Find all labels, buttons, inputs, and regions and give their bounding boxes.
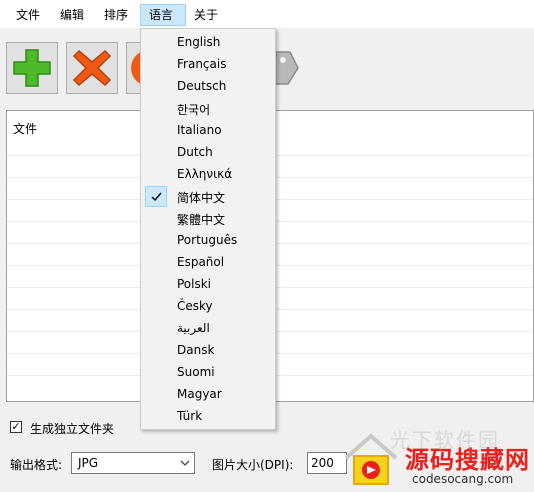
language-option[interactable]: 繁體中文 bbox=[143, 208, 273, 230]
chevron-down-icon bbox=[180, 460, 190, 466]
language-option[interactable]: Magyar bbox=[143, 384, 273, 406]
language-option[interactable]: Português bbox=[143, 230, 273, 252]
dpi-label: 图片大小(DPI): bbox=[212, 458, 294, 472]
format-label: 输出格式: bbox=[10, 458, 63, 472]
language-option-selected[interactable]: 简体中文 bbox=[143, 186, 273, 208]
checkmark-icon bbox=[145, 186, 167, 207]
add-icon bbox=[13, 49, 51, 87]
language-option[interactable]: 한국어 bbox=[143, 98, 273, 120]
language-option[interactable]: Italiano bbox=[143, 120, 273, 142]
language-option[interactable]: Dansk bbox=[143, 340, 273, 362]
format-value: JPG bbox=[78, 456, 99, 470]
language-option[interactable]: Français bbox=[143, 54, 273, 76]
language-option[interactable]: Deutsch bbox=[143, 76, 273, 98]
language-dropdown-menu: English Français Deutsch 한국어 Italiano Du… bbox=[140, 28, 276, 430]
language-option[interactable]: Ελληνικά bbox=[143, 164, 273, 186]
language-option[interactable]: English bbox=[143, 32, 273, 54]
menu-file[interactable]: 文件 bbox=[8, 4, 48, 26]
menu-language[interactable]: 语言 bbox=[140, 4, 186, 26]
menu-about[interactable]: 关于 bbox=[186, 4, 226, 26]
watermark-title: 源码搜藏网 bbox=[405, 446, 530, 474]
menu-bar: 文件 编辑 排序 语言 关于 bbox=[0, 0, 534, 28]
language-option[interactable]: Türk bbox=[143, 406, 273, 428]
separate-folder-label: 生成独立文件夹 bbox=[30, 422, 115, 436]
dpi-value: 200 bbox=[311, 456, 334, 470]
file-column-header[interactable]: 文件 bbox=[13, 120, 37, 137]
add-button[interactable] bbox=[6, 42, 58, 94]
language-option[interactable]: Español bbox=[143, 252, 273, 274]
delete-button[interactable] bbox=[66, 42, 118, 94]
language-option[interactable]: Suomi bbox=[143, 362, 273, 384]
language-option[interactable]: Česky bbox=[143, 296, 273, 318]
watermark-url: codesocang.com bbox=[412, 472, 514, 486]
menu-edit[interactable]: 编辑 bbox=[52, 4, 92, 26]
menu-sort[interactable]: 排序 bbox=[96, 4, 136, 26]
delete-icon bbox=[72, 49, 112, 87]
format-select[interactable]: JPG bbox=[71, 452, 195, 474]
house-logo-icon bbox=[344, 433, 398, 485]
language-option[interactable]: Dutch bbox=[143, 142, 273, 164]
language-option[interactable]: العربية bbox=[143, 318, 273, 340]
language-option[interactable]: Polski bbox=[143, 274, 273, 296]
checkbox-icon[interactable]: ✓ bbox=[10, 421, 22, 433]
